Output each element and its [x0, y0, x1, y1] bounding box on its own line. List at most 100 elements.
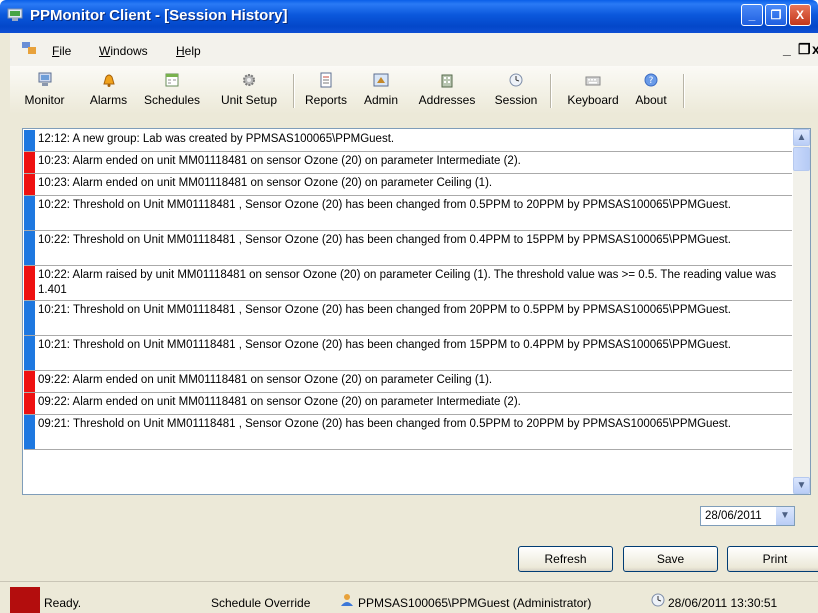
gear-icon — [243, 74, 255, 86]
monitor-icon — [38, 72, 51, 86]
log-type-indicator — [24, 415, 35, 449]
report-icon — [320, 72, 332, 88]
mdi-minimize-button[interactable]: _ — [783, 41, 791, 57]
log-entry[interactable]: 10:22: Alarm raised by unit MM01118481 o… — [24, 266, 792, 301]
log-entry[interactable]: 09:21: Threshold on Unit MM01118481 , Se… — [24, 415, 792, 450]
menu-windows[interactable]: Windows — [99, 44, 148, 58]
toolbar-keyboard-button[interactable]: Keyboard — [560, 68, 626, 112]
log-type-indicator — [24, 266, 35, 300]
toolbar-alarms-button[interactable]: Alarms — [86, 68, 131, 112]
clock-icon — [651, 593, 665, 607]
mdi-close-button[interactable]: x — [812, 41, 818, 57]
toolbar-admin-button[interactable]: Admin — [352, 68, 410, 112]
log-entry-text: 10:23: Alarm ended on unit MM01118481 on… — [38, 177, 493, 189]
log-type-indicator — [24, 336, 35, 370]
toolbar-about-button[interactable]: ? About — [630, 68, 672, 112]
toolbar-addresses-button[interactable]: Addresses — [414, 68, 480, 112]
log-entry-text: 09:22: Alarm ended on unit MM01118481 on… — [38, 396, 521, 408]
calendar-icon — [165, 73, 179, 87]
log-type-indicator — [24, 393, 35, 414]
toolbar-about-label: About — [635, 93, 667, 107]
toolbar-reports-button[interactable]: Reports — [300, 68, 352, 112]
log-entry[interactable]: 12:12: A new group: Lab was created by P… — [24, 130, 792, 152]
log-entry-text: 10:23: Alarm ended on unit MM01118481 on… — [38, 155, 521, 167]
log-type-indicator — [24, 371, 35, 392]
window-title: PPMonitor Client - [Session History] — [30, 7, 288, 24]
refresh-button[interactable]: Refresh — [518, 546, 613, 572]
status-indicator — [10, 587, 40, 613]
toolbar-unit-setup-button[interactable]: Unit Setup — [215, 68, 283, 112]
date-picker[interactable]: 28/06/2011 ▼ — [700, 506, 795, 526]
title-bar[interactable]: PPMonitor Client - [Session History] _ ❐… — [0, 0, 818, 33]
current-user: PPMSAS100065\PPMGuest (Administrator) — [358, 596, 592, 610]
toolbar-admin-label: Admin — [363, 93, 398, 107]
menu-bar: File Windows Help _ ❐ x — [0, 33, 818, 67]
menu-help-accel: H — [176, 44, 185, 58]
log-type-indicator — [24, 174, 35, 195]
menu-file-label: ile — [59, 44, 72, 58]
menu-help[interactable]: Help — [176, 44, 201, 58]
log-type-indicator — [24, 152, 35, 173]
user-icon — [341, 594, 353, 606]
menu-windows-label: indows — [110, 44, 148, 58]
toolbar-separator — [683, 74, 685, 108]
mdi-restore-button[interactable]: ❐ — [798, 41, 811, 58]
log-type-indicator — [24, 196, 35, 230]
log-type-indicator — [24, 301, 35, 335]
toolbar-session-label: Session — [494, 93, 538, 107]
menu-file[interactable]: File — [52, 44, 71, 58]
alarm-bell-icon — [102, 74, 115, 87]
maximize-button[interactable]: ❐ — [765, 4, 787, 26]
toolbar-reports-label: Reports — [304, 93, 348, 107]
log-entry-text: 10:22: Threshold on Unit MM01118481 , Se… — [38, 199, 731, 211]
log-entry[interactable]: 10:22: Threshold on Unit MM01118481 , Se… — [24, 196, 792, 231]
toolbar-session-button[interactable]: Session — [490, 68, 542, 112]
session-log-list[interactable]: 12:12: A new group: Lab was created by P… — [22, 128, 811, 495]
toolbar-schedules-label: Schedules — [143, 93, 201, 107]
log-entry[interactable]: 10:23: Alarm ended on unit MM01118481 on… — [24, 152, 792, 174]
mdi-frame-left — [0, 33, 10, 581]
status-text: Ready. — [44, 596, 82, 610]
log-entry[interactable]: 09:22: Alarm ended on unit MM01118481 on… — [24, 371, 792, 393]
log-entry[interactable]: 10:21: Threshold on Unit MM01118481 , Se… — [24, 301, 792, 336]
status-datetime: 28/06/2011 13:30:51 — [668, 596, 778, 610]
admin-icon — [373, 73, 389, 87]
log-entry[interactable]: 10:21: Threshold on Unit MM01118481 , Se… — [24, 336, 792, 371]
toolbar-unit-setup-label: Unit Setup — [220, 93, 278, 107]
scroll-up-arrow-icon[interactable]: ▲ — [793, 129, 810, 146]
session-history-panel: 12:12: A new group: Lab was created by P… — [10, 114, 818, 581]
scrollbar-thumb[interactable] — [793, 147, 810, 171]
minimize-button[interactable]: _ — [741, 4, 763, 26]
toolbar-schedules-button[interactable]: Schedules — [141, 68, 203, 112]
toolbar-separator — [293, 74, 295, 108]
schedule-override-status: Schedule Override — [211, 596, 311, 610]
help-icon: ? — [644, 73, 658, 87]
toolbar-monitor-button[interactable]: Monitor — [22, 68, 67, 112]
vertical-scrollbar[interactable]: ▲ ▼ — [793, 129, 810, 494]
save-button[interactable]: Save — [623, 546, 718, 572]
menu-windows-accel: W — [99, 44, 111, 58]
svg-text:?: ? — [649, 76, 654, 86]
toolbar-addresses-label: Addresses — [418, 93, 476, 107]
print-button[interactable]: Print — [727, 546, 818, 572]
log-type-indicator — [24, 231, 35, 265]
app-icon — [7, 8, 23, 21]
log-entry[interactable]: 10:22: Threshold on Unit MM01118481 , Se… — [24, 231, 792, 266]
keyboard-icon — [585, 76, 601, 86]
chevron-down-icon[interactable]: ▼ — [776, 507, 794, 525]
log-entry-text: 10:22: Threshold on Unit MM01118481 , Se… — [38, 234, 731, 246]
building-icon — [441, 74, 453, 88]
log-entry-text: 10:22: Alarm raised by unit MM01118481 o… — [38, 269, 777, 296]
log-type-indicator — [24, 130, 35, 151]
log-entry[interactable]: 09:22: Alarm ended on unit MM01118481 on… — [24, 393, 792, 415]
status-bar: Ready. Schedule Override PPMSAS100065\PP… — [0, 581, 818, 613]
close-button[interactable]: X — [789, 4, 811, 26]
date-picker-value: 28/06/2011 — [705, 510, 762, 522]
toolbar-alarms-label: Alarms — [89, 93, 128, 107]
log-entry-text: 09:22: Alarm ended on unit MM01118481 on… — [38, 374, 493, 386]
log-entry[interactable]: 10:23: Alarm ended on unit MM01118481 on… — [24, 174, 792, 196]
toolbar: Monitor Alarms Schedules Unit Setup Repo… — [0, 66, 818, 115]
scroll-down-arrow-icon[interactable]: ▼ — [793, 477, 810, 494]
toolbar-monitor-label: Monitor — [24, 93, 65, 107]
toolbar-keyboard-label: Keyboard — [567, 93, 619, 107]
